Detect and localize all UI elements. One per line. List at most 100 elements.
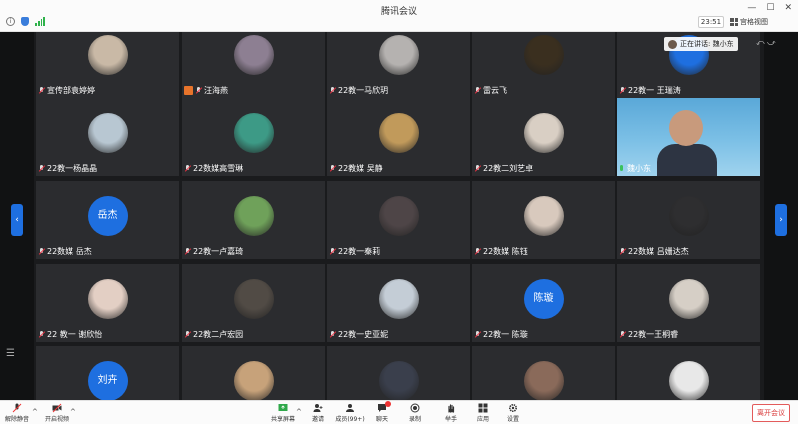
participant-tile[interactable] [182, 346, 325, 400]
participant-tile[interactable]: 22教媒 吴静 [327, 98, 470, 176]
mic-muted-icon [38, 86, 45, 95]
invite-button[interactable]: 邀请 [303, 403, 333, 423]
mic-muted-icon [38, 330, 45, 339]
participant-tile[interactable]: 22数媒 陈钰 [472, 181, 615, 259]
speaking-controls[interactable]: ⤺ ⤻ [756, 38, 776, 48]
participant-avatar [668, 361, 709, 400]
video-options-chevron[interactable]: ^ [70, 408, 76, 416]
participant-tile[interactable]: 宣传部袁婷婷 [36, 32, 179, 98]
participant-name: 宣传部袁婷婷 [47, 86, 95, 95]
participant-avatar: 岳杰 [87, 196, 128, 236]
participant-tile[interactable]: 陈璇 22教一 陈璇 [472, 264, 615, 342]
participant-tile[interactable]: 22 教一 谢欣怡 [36, 264, 179, 342]
participant-nametag: 22教二卢宏园 [184, 329, 243, 340]
signal-icon[interactable] [35, 17, 45, 26]
raise-hand-button[interactable]: 举手 [436, 403, 466, 423]
participant-tile[interactable]: 汪海燕 [182, 32, 325, 98]
participant-tile[interactable] [472, 346, 615, 400]
participant-grid: 宣传部袁婷婷 汪海燕 22教一马欣玥 雷云飞 22教一 王瑞涛 22教一杨晶晶 22数媒高雪… [36, 32, 763, 400]
leave-meeting-button[interactable]: 离开会议 [752, 404, 790, 422]
invite-label: 邀请 [311, 416, 324, 423]
record-button[interactable]: 录制 [400, 403, 430, 423]
participant-avatar: 陈璇 [523, 279, 564, 319]
participant-nametag: 22教一马欣玥 [329, 85, 388, 96]
participant-avatar [233, 35, 274, 75]
video-button[interactable]: 开启视频 [42, 403, 72, 423]
chat-button[interactable]: 聊天 [367, 401, 397, 423]
participant-tile[interactable]: 22教二刘艺卓 [472, 98, 615, 176]
members-button[interactable]: 成员(99+) [335, 403, 365, 423]
mic-on-icon [619, 164, 625, 173]
participant-nametag: 22教一史亚妮 [329, 329, 388, 340]
participant-tile[interactable]: 22教一史亚妮 [327, 264, 470, 342]
mic-muted-icon [184, 330, 191, 339]
participant-name: 22数媒 岳杰 [47, 247, 92, 256]
participant-tile[interactable] [327, 346, 470, 400]
participant-tile[interactable]: 22教二卢宏园 [182, 264, 325, 342]
participant-name: 22教一王桐睿 [628, 330, 679, 339]
shield-icon[interactable] [21, 17, 29, 26]
participant-avatar [233, 196, 274, 236]
list-icon[interactable]: ☰ [6, 348, 15, 359]
mic-muted-icon [329, 330, 336, 339]
participant-tile[interactable]: 刘卉刘卉 [36, 346, 179, 400]
chat-label: 聊天 [375, 416, 388, 423]
participant-tile[interactable]: 22教一马欣玥 [327, 32, 470, 98]
participant-tile[interactable]: 22教一杨晶晶 [36, 98, 179, 176]
apps-button[interactable]: 应用 [468, 403, 498, 423]
info-icon[interactable]: i [6, 17, 15, 26]
view-switch-button[interactable]: 宫格视图 [730, 16, 768, 28]
participant-tile[interactable]: 22数媒高雪琳 [182, 98, 325, 176]
participant-name: 22教一马欣玥 [338, 86, 389, 95]
participant-avatar [523, 113, 564, 153]
participant-tile[interactable]: 魏小东 [617, 98, 760, 176]
maximize-icon[interactable]: ☐ [766, 3, 774, 13]
prev-page-button[interactable]: ‹ [11, 204, 23, 236]
participant-tile[interactable]: 岳杰 22数媒 岳杰 [36, 181, 179, 259]
unmute-button[interactable]: 解除静音 [2, 403, 32, 423]
mic-muted-icon [12, 403, 22, 413]
participant-name: 22教一杨晶晶 [47, 164, 98, 173]
participant-name: 22教一秦莉 [338, 247, 381, 256]
next-page-button[interactable]: › [775, 204, 787, 236]
view-label: 宫格视图 [740, 18, 768, 26]
participant-avatar [378, 279, 419, 319]
mic-muted-icon [474, 330, 481, 339]
participant-name: 22教二刘艺卓 [483, 164, 534, 173]
participant-name: 22教一卢嘉琦 [193, 247, 244, 256]
bottom-toolbar: 解除静音 ^ 开启视频 ^ 共享屏幕 ^ 邀请 成员(99+) 聊天 录制 举手… [0, 400, 798, 424]
status-icons: i [6, 17, 45, 26]
participant-name: 22教媒 吴静 [338, 164, 383, 173]
participant-tile[interactable]: 22数媒 吕姗达杰 [617, 181, 760, 259]
camera-off-icon [52, 403, 62, 413]
share-options-chevron[interactable]: ^ [296, 408, 302, 416]
participant-avatar [668, 279, 709, 319]
participant-name: 22教一 陈璇 [483, 330, 528, 339]
audio-options-chevron[interactable]: ^ [32, 408, 38, 416]
participant-tile[interactable]: 22教一卢嘉琦 [182, 181, 325, 259]
participant-name: 22数媒 吕姗达杰 [628, 247, 689, 256]
mic-muted-icon [329, 164, 336, 173]
gear-icon [508, 403, 518, 413]
participant-avatar [233, 361, 274, 400]
participant-tile[interactable]: 22教一秦莉 [327, 181, 470, 259]
settings-label: 设置 [506, 416, 519, 423]
participant-tile[interactable]: 22教一王桐睿 [617, 264, 760, 342]
record-icon [410, 403, 420, 413]
close-icon[interactable]: ✕ [784, 3, 792, 13]
meeting-window: 腾讯会议 i 23:51 宫格视图 — ☐ ✕ ‹ › ☰ 宣传部袁婷婷 汪海燕 2… [0, 0, 798, 424]
participant-nametag: 22数媒 吕姗达杰 [619, 246, 689, 257]
mic-muted-icon [619, 86, 626, 95]
minimize-icon[interactable]: — [747, 3, 756, 13]
participant-nametag: 22教媒 吴静 [329, 163, 383, 174]
settings-button[interactable]: 设置 [498, 403, 528, 423]
hand-icon [448, 404, 455, 413]
share-screen-button[interactable]: 共享屏幕 [268, 403, 298, 423]
participant-nametag: 22 教一 谢欣怡 [38, 329, 102, 340]
window-controls: — ☐ ✕ [747, 3, 792, 13]
participant-nametag: 22教一 王瑞涛 [619, 85, 681, 96]
participant-name: 汪海燕 [204, 86, 228, 95]
participant-tile[interactable]: 雷云飞 [472, 32, 615, 98]
chat-unread-badge [385, 401, 391, 407]
participant-tile[interactable] [617, 346, 760, 400]
